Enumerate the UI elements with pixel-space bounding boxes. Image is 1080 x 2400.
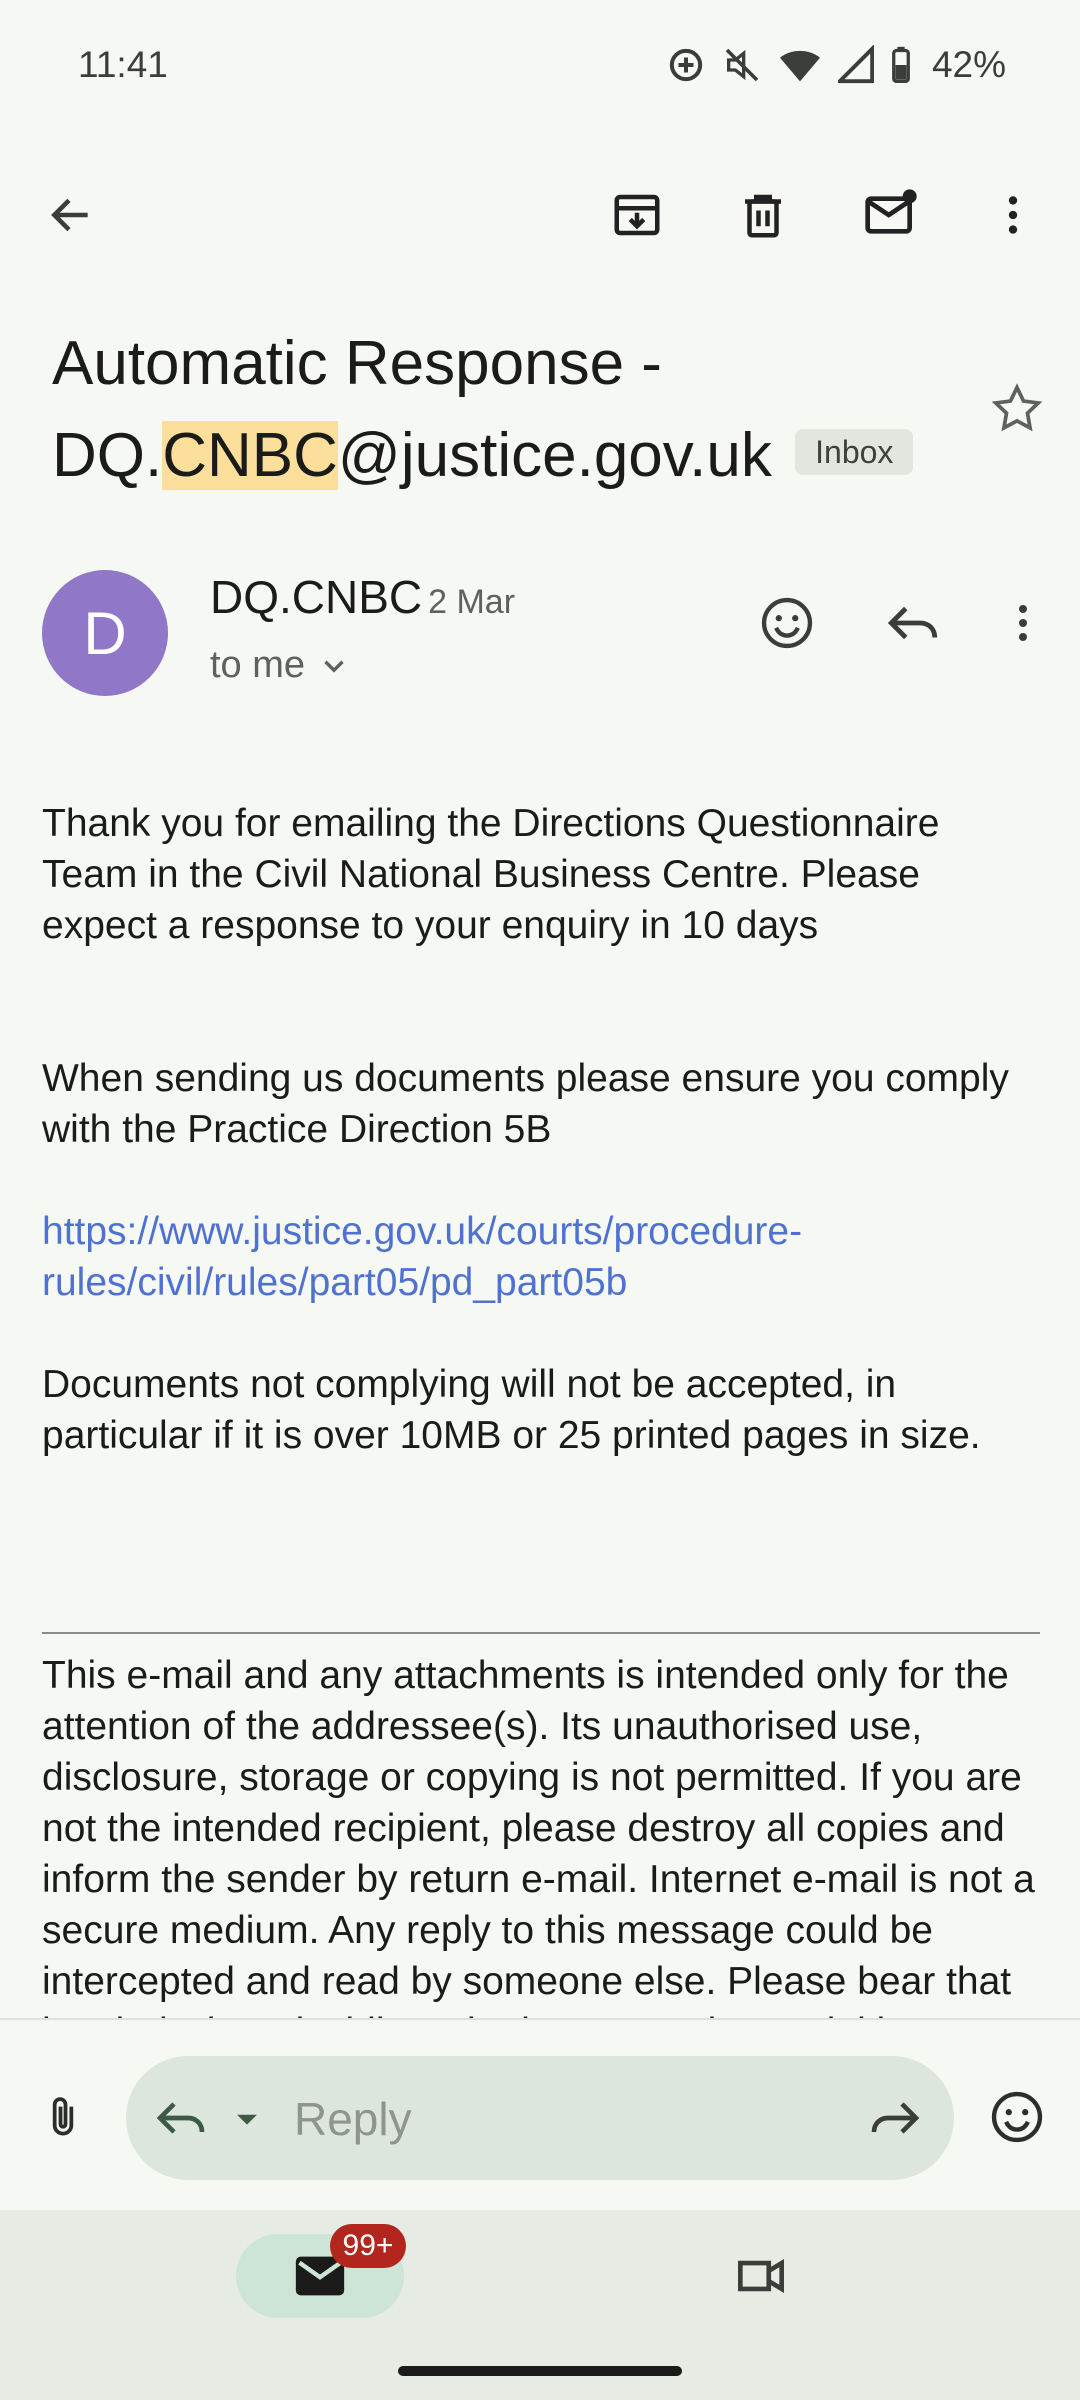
sender-date: 2 Mar: [428, 583, 516, 621]
video-icon: [738, 2258, 784, 2294]
back-button[interactable]: [26, 170, 116, 260]
disclaimer-container: This e-mail and any attachments is inten…: [0, 1650, 1080, 2018]
battery-icon: [892, 46, 910, 83]
disclaimer-text: This e-mail and any attachments is inten…: [42, 1654, 1035, 2018]
body-paragraph-3: Documents not complying will not be acce…: [42, 1363, 981, 1457]
top-app-bar: [0, 160, 1080, 270]
reply-mode-button[interactable]: [136, 2073, 226, 2163]
battery-percentage: 42%: [931, 44, 1006, 85]
mark-unread-icon: [865, 189, 917, 234]
email-subject: Automatic Response - DQ.CNBC@justice.gov…: [52, 318, 952, 502]
more-vert-icon: [1008, 196, 1018, 234]
delete-button[interactable]: [718, 170, 808, 260]
status-time: 11:41: [78, 44, 168, 85]
wifi-icon: [779, 50, 820, 82]
more-options-button[interactable]: [968, 170, 1058, 260]
signal-icon: [837, 45, 874, 84]
recipient-toggle[interactable]: to me: [210, 644, 351, 687]
chevron-down-icon: [324, 660, 344, 673]
mark-unread-button[interactable]: [846, 170, 936, 260]
label-chip-inbox[interactable]: Inbox: [795, 428, 914, 475]
forward-button[interactable]: [850, 2073, 940, 2163]
dropdown-icon[interactable]: [230, 2102, 264, 2136]
recipient-label: to me: [210, 644, 306, 686]
reply-bar: Reply: [0, 2018, 1080, 2210]
mail-badge: 99+: [330, 2224, 406, 2268]
status-icons: 42%: [666, 44, 1006, 86]
reply-button[interactable]: [868, 578, 958, 668]
attach-button[interactable]: [18, 2072, 108, 2162]
emoji-icon: [991, 2091, 1043, 2143]
forward-icon: [871, 2102, 920, 2134]
bottom-navigation: 99+: [0, 2210, 1080, 2400]
data-saver-icon: [669, 48, 703, 82]
nav-meet[interactable]: [716, 2231, 806, 2321]
message-more-button[interactable]: [978, 578, 1068, 668]
body-paragraph-2: When sending us documents please ensure …: [42, 1057, 1009, 1151]
reply-input[interactable]: Reply: [126, 2056, 954, 2180]
subject-text-end: @justice.gov.uk: [337, 421, 772, 490]
avatar[interactable]: D: [42, 570, 168, 696]
divider: [42, 1632, 1040, 1634]
body-paragraph-1: Thank you for emailing the Directions Qu…: [42, 802, 940, 947]
reply-icon: [156, 2102, 205, 2134]
emoji-icon: [761, 597, 813, 649]
subject-highlight: CNBC: [162, 421, 338, 490]
archive-icon: [614, 194, 660, 236]
sender-line: DQ.CNBC 2 Mar: [210, 570, 515, 624]
sender-name[interactable]: DQ.CNBC: [210, 571, 422, 623]
star-icon: [991, 383, 1043, 432]
star-button[interactable]: [972, 364, 1062, 454]
status-bar: 11:41 42%: [0, 0, 1080, 130]
home-indicator[interactable]: [398, 2366, 682, 2376]
reply-placeholder: Reply: [294, 2093, 412, 2145]
attachment-icon: [52, 2097, 74, 2136]
emoji-button[interactable]: [972, 2072, 1062, 2162]
reply-icon: [887, 606, 938, 640]
mute-icon: [725, 48, 759, 82]
back-arrow-icon: [51, 198, 88, 232]
react-emoji-button[interactable]: [742, 578, 832, 668]
practice-direction-link[interactable]: https://www.justice.gov.uk/courts/proced…: [42, 1206, 1042, 1308]
more-vert-icon: [1019, 605, 1027, 641]
delete-icon: [745, 194, 781, 238]
archive-button[interactable]: [592, 170, 682, 260]
